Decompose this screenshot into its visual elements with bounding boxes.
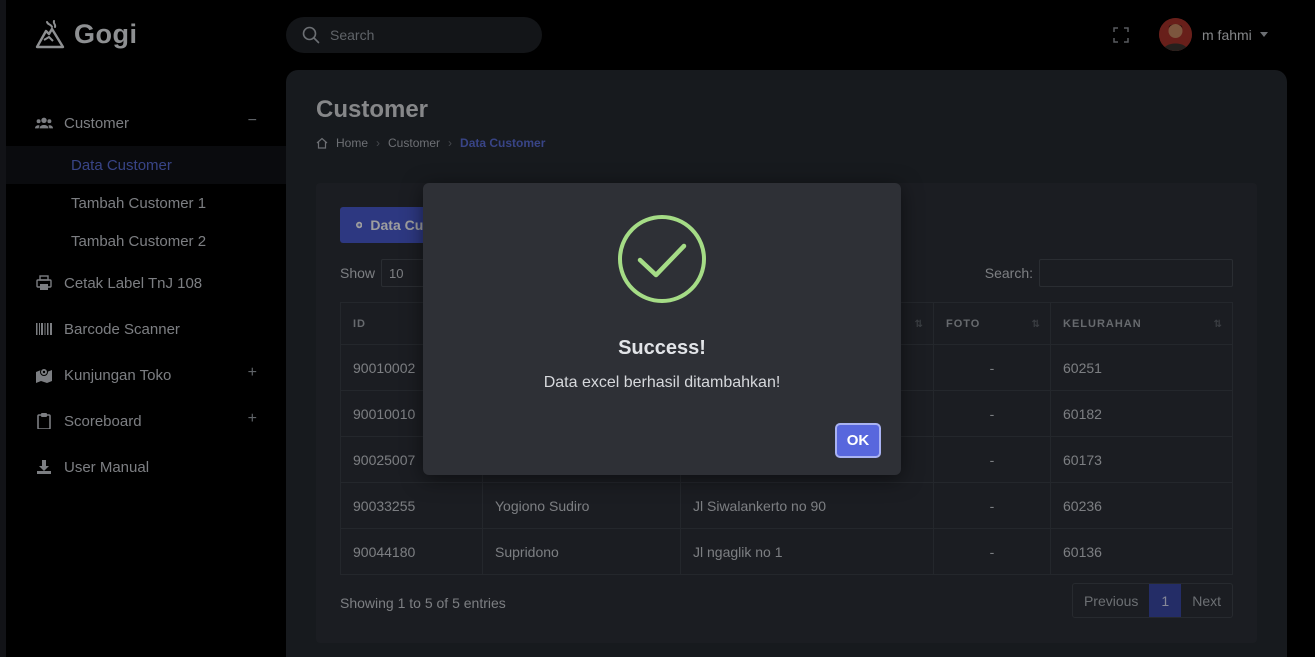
- dialog-title: Success!: [618, 337, 706, 359]
- dialog-message: Data excel berhasil ditambahkan!: [543, 374, 781, 391]
- success-dialog: Success! Data excel berhasil ditambahkan…: [423, 183, 901, 475]
- ok-button[interactable]: OK: [835, 423, 881, 458]
- success-check-icon: [618, 215, 706, 303]
